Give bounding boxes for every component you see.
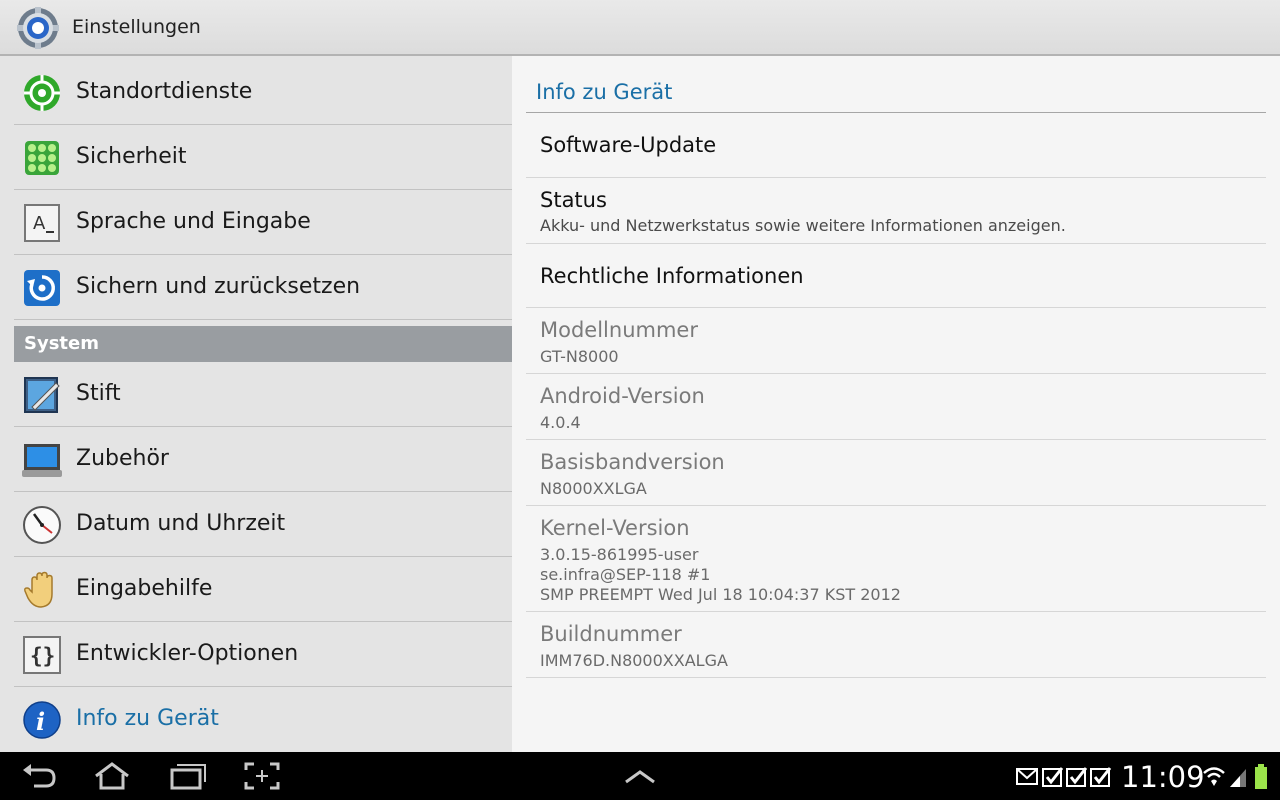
android-version-value: 4.0.4 [540, 413, 581, 432]
sidebar-item-label: Standortdienste [76, 79, 253, 104]
sidebar-item-label: Stift [76, 381, 121, 406]
sidebar-item-zubehoer[interactable]: Zubehör [14, 428, 512, 492]
baseband-version-label: Basisbandversion [540, 450, 725, 474]
legal-info-row[interactable]: Rechtliche Informationen [526, 244, 1266, 308]
model-number-row: Modellnummer GT-N8000 [526, 308, 1266, 374]
settings-list: Standortdienste Sicherheit A Sprache und… [0, 56, 512, 752]
signal-icon [1230, 769, 1246, 787]
sidebar-item-datum[interactable]: Datum und Uhrzeit [14, 493, 512, 557]
check-notification-icon[interactable] [1090, 766, 1112, 788]
clock-icon [23, 506, 61, 544]
security-pattern-icon [25, 141, 59, 175]
legal-info-label: Rechtliche Informationen [540, 264, 804, 288]
screenshot-icon[interactable] [242, 760, 282, 792]
sidebar-item-label: Sprache und Eingabe [76, 209, 311, 234]
sidebar-item-stift[interactable]: Stift [14, 363, 512, 427]
sidebar-item-label: Eingabehilfe [76, 576, 213, 601]
home-icon[interactable] [92, 760, 132, 792]
wifi-icon [1203, 767, 1225, 786]
hand-accessibility-icon [24, 571, 53, 608]
status-label: Status [540, 188, 607, 212]
kernel-version-value: 3.0.15-861995-user se.infra@SEP-118 #1 S… [540, 545, 901, 604]
back-icon[interactable] [20, 760, 60, 792]
android-version-label: Android-Version [540, 384, 705, 408]
accessory-dock-icon [22, 444, 62, 477]
location-target-icon [24, 75, 60, 111]
detail-title: Info zu Gerät [536, 80, 673, 104]
sidebar-item-sichern[interactable]: Sichern und zurücksetzen [14, 256, 512, 320]
action-bar: Einstellungen [0, 0, 1280, 56]
detail-pane: Info zu Gerät Software-Update Status Akk… [512, 56, 1280, 752]
up-arrow-icon[interactable] [620, 760, 660, 792]
sidebar-item-label: Sicherheit [76, 144, 187, 169]
status-row[interactable]: Status Akku- und Netzwerkstatus sowie we… [526, 178, 1266, 244]
svg-text:i: i [36, 707, 45, 736]
software-update-label: Software-Update [540, 133, 717, 157]
system-navigation-bar: 11:09 [0, 752, 1280, 800]
sidebar-item-standortdienste[interactable]: Standortdienste [14, 61, 512, 125]
model-number-value: GT-N8000 [540, 347, 619, 366]
sidebar-item-sicherheit[interactable]: Sicherheit [14, 126, 512, 190]
svg-text:A: A [33, 213, 46, 234]
baseband-version-row: Basisbandversion N8000XXLGA [526, 440, 1266, 506]
status-summary: Akku- und Netzwerkstatus sowie weitere I… [540, 216, 1066, 235]
kernel-version-row: Kernel-Version 3.0.15-861995-user se.inf… [526, 506, 1266, 612]
kernel-version-label: Kernel-Version [540, 516, 690, 540]
android-version-row: Android-Version 4.0.4 [526, 374, 1266, 440]
info-icon: i [23, 701, 61, 739]
recent-apps-icon[interactable] [168, 760, 208, 792]
build-number-label: Buildnummer [540, 622, 682, 646]
sidebar-item-entwickler[interactable]: {} Entwickler-Optionen [14, 623, 512, 687]
app-title: Einstellungen [72, 16, 201, 38]
sidebar-item-info[interactable]: i Info zu Gerät [14, 688, 512, 752]
sidebar-item-label: Entwickler-Optionen [76, 641, 299, 666]
sidebar-item-label: Zubehör [76, 446, 169, 471]
battery-icon [1255, 764, 1267, 789]
sidebar-item-sprache[interactable]: A Sprache und Eingabe [14, 191, 512, 255]
baseband-version-value: N8000XXLGA [540, 479, 647, 498]
settings-gear-icon[interactable] [16, 6, 60, 50]
section-header-system: System [14, 326, 512, 362]
sidebar-item-eingabehilfe[interactable]: Eingabehilfe [14, 558, 512, 622]
developer-braces-icon: {} [23, 636, 61, 674]
backup-restore-icon [24, 270, 60, 306]
sidebar-item-label: Info zu Gerät [76, 706, 219, 731]
model-number-label: Modellnummer [540, 318, 698, 342]
check-notification-icon[interactable] [1066, 766, 1088, 788]
check-notification-icon[interactable] [1042, 766, 1064, 788]
clock-time[interactable]: 11:09 [1121, 760, 1205, 794]
software-update-row[interactable]: Software-Update [526, 113, 1266, 178]
build-number-value: IMM76D.N8000XXALGA [540, 651, 728, 670]
sidebar-item-label: Datum und Uhrzeit [76, 511, 286, 536]
svg-text:{}: {} [30, 644, 55, 668]
pen-tablet-icon [24, 377, 60, 413]
language-keyboard-icon: A [24, 204, 60, 242]
build-number-row: Buildnummer IMM76D.N8000XXALGA [526, 612, 1266, 678]
sidebar-item-label: Sichern und zurücksetzen [76, 274, 361, 299]
email-notification-icon[interactable] [1016, 768, 1040, 786]
